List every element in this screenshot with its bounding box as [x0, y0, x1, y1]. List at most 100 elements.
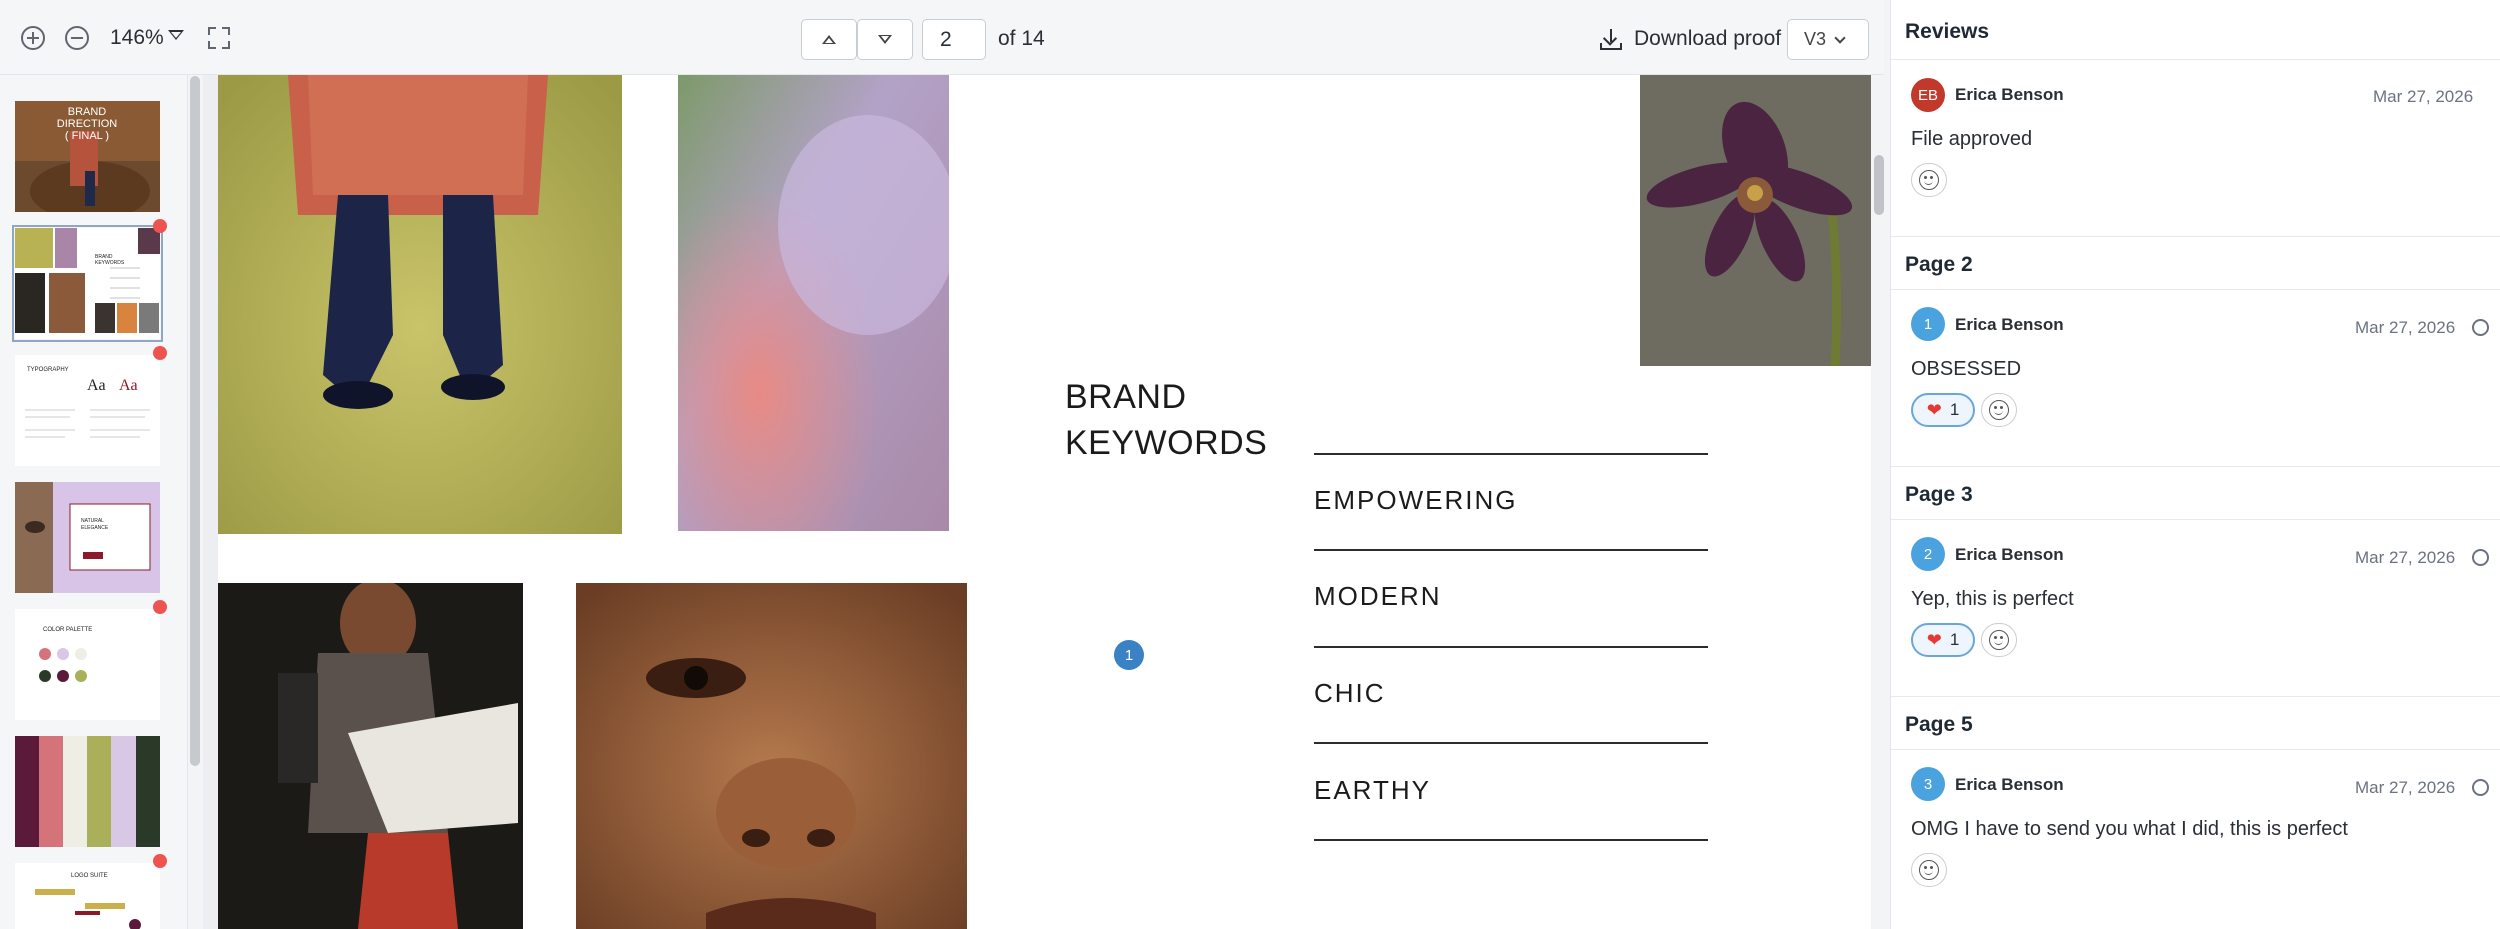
thumbnail-page-5-image: COLOR PALETTE [15, 609, 160, 720]
avatar: 2 [1911, 537, 1945, 571]
triangle-down-icon [878, 35, 892, 44]
comment-text: OBSESSED [1911, 358, 2022, 380]
add-reaction-button[interactable] [1981, 393, 2017, 427]
chevron-down-icon [1834, 31, 1846, 44]
thumbnail-page-6[interactable] [15, 736, 160, 847]
thumbnail-page-7-image: LOGO SUITE [15, 863, 160, 929]
thumbnail-page-1-image: BRAND DIRECTION ( FINAL ) [15, 101, 160, 212]
comment-date: Mar 27, 2026 [2355, 318, 2456, 337]
brand-keywords-title: BRAND KEYWORDS [1065, 374, 1267, 466]
keyword-divider [1314, 549, 1708, 551]
reviews-panel: Reviews EB Erica Benson Mar 27, 2026 Fil… [1890, 0, 2500, 929]
resolve-radio[interactable] [2472, 319, 2489, 336]
page-total: of 14 [998, 27, 1045, 50]
svg-text:Aa: Aa [87, 377, 106, 394]
thumbnail-page-7[interactable]: LOGO SUITE [15, 863, 160, 929]
svg-text:BRAND: BRAND [68, 106, 107, 118]
thumbnail-page-2[interactable]: BRAND KEYWORDS [12, 225, 163, 342]
proof-page: BRAND KEYWORDS EMPOWERING MODERN CHIC EA… [218, 75, 1871, 929]
keyword-divider [1314, 839, 1708, 841]
keyword-divider [1314, 742, 1708, 744]
comment-indicator-page-2 [153, 219, 167, 233]
heart-reaction-button[interactable]: ❤ 1 [1911, 393, 1975, 427]
keyword-divider [1314, 646, 1708, 648]
version-select[interactable]: V3 [1787, 19, 1869, 60]
version-value: V3 [1804, 29, 1827, 49]
thumbnail-sidebar: BRAND DIRECTION ( FINAL ) BRAND KEYWORDS [0, 75, 188, 929]
smiley-icon [1989, 400, 2009, 420]
keyword-1: EMPOWERING [1314, 485, 1518, 515]
zoom-dropdown-icon[interactable] [168, 30, 184, 40]
triangle-up-icon [822, 35, 836, 44]
add-reaction-button[interactable] [1911, 163, 1947, 197]
svg-text:ELEGANCE: ELEGANCE [81, 525, 109, 531]
svg-text:KEYWORDS: KEYWORDS [95, 260, 125, 266]
comment-date: Mar 27, 2026 [2355, 778, 2456, 797]
title-line-2: KEYWORDS [1065, 424, 1268, 462]
keyword-2: MODERN [1314, 581, 1442, 611]
comment-page-3: 2 Erica Benson Mar 27, 2026 Yep, this is… [1891, 520, 2500, 696]
zoom-level[interactable]: 146% [110, 26, 164, 50]
avatar: 1 [1911, 307, 1945, 341]
reviews-header: Reviews [1891, 0, 2500, 60]
comment-author: Erica Benson [1955, 85, 2064, 104]
thumbnail-page-2-image: BRAND KEYWORDS [15, 228, 160, 339]
comment-indicator-page-3 [153, 346, 167, 360]
heart-icon: ❤ [1926, 400, 1942, 420]
avatar: 3 [1911, 767, 1945, 801]
heart-count: 1 [1949, 400, 1960, 419]
comment-author: Erica Benson [1955, 545, 2064, 564]
toolbar: 146% 2 of 14 Download proof V3 [0, 0, 1884, 75]
proof-canvas[interactable]: BRAND KEYWORDS EMPOWERING MODERN CHIC EA… [203, 75, 1871, 929]
resolve-radio[interactable] [2472, 779, 2489, 796]
zoom-in-button[interactable] [21, 26, 45, 50]
expand-icon[interactable] [208, 27, 230, 49]
svg-text:( FINAL ): ( FINAL ) [65, 130, 109, 142]
heart-count: 1 [1949, 630, 1960, 649]
thumbnail-page-3[interactable]: TYPOGRAPHY Aa Aa [15, 355, 160, 466]
section-page-5: Page 5 [1891, 696, 2500, 750]
comment-page-2: 1 Erica Benson Mar 27, 2026 OBSESSED ❤ 1 [1891, 290, 2500, 466]
photo-legs-cushion [218, 75, 622, 534]
section-page-2: Page 2 [1891, 236, 2500, 290]
previous-page-button[interactable] [801, 19, 857, 60]
comment-author: Erica Benson [1955, 775, 2064, 794]
smiley-icon [1919, 170, 1939, 190]
svg-text:LOGO SUITE: LOGO SUITE [71, 873, 108, 879]
download-proof-button[interactable]: Download proof [1600, 22, 1781, 56]
minus-circle-icon [65, 26, 89, 50]
thumbnail-page-5[interactable]: COLOR PALETTE [15, 609, 160, 720]
add-reaction-button[interactable] [1911, 853, 1947, 887]
heart-reaction-button[interactable]: ❤ 1 [1911, 623, 1975, 657]
svg-text:TYPOGRAPHY: TYPOGRAPHY [27, 367, 69, 373]
plus-circle-icon [21, 26, 45, 50]
page-number-input[interactable]: 2 [922, 19, 986, 60]
title-line-1: BRAND [1065, 378, 1187, 416]
resolve-radio[interactable] [2472, 549, 2489, 566]
smiley-icon [1919, 860, 1939, 880]
photo-face-closeup [576, 583, 967, 929]
svg-text:DIRECTION: DIRECTION [57, 118, 118, 130]
zoom-out-button[interactable] [65, 26, 89, 50]
keyword-3: CHIC [1314, 678, 1386, 708]
next-page-button[interactable] [857, 19, 913, 60]
svg-text:Aa: Aa [119, 377, 138, 394]
comment-pin[interactable]: 1 [1114, 640, 1144, 670]
download-label: Download proof [1634, 27, 1782, 50]
thumbnail-scrollbar[interactable] [190, 76, 200, 766]
avatar-initials: EB [1917, 86, 1938, 104]
add-reaction-button[interactable] [1981, 623, 2017, 657]
comment-indicator-page-7 [153, 854, 167, 868]
thumbnail-page-6-image [15, 736, 160, 847]
thumbnail-page-4[interactable]: NATURAL ELEGANCE [15, 482, 160, 593]
thumbnail-page-3-image: TYPOGRAPHY Aa Aa [15, 355, 160, 466]
heart-icon: ❤ [1926, 630, 1942, 650]
download-icon [1600, 28, 1622, 50]
thumbnail-page-1[interactable]: BRAND DIRECTION ( FINAL ) [15, 101, 160, 212]
photo-orchid [1640, 75, 1871, 366]
comment-text: OMG I have to send you what I did, this … [1911, 818, 2348, 840]
svg-text:COLOR PALETTE: COLOR PALETTE [43, 627, 92, 633]
photo-pastel-flower-blur [678, 75, 949, 531]
file-comment: EB Erica Benson Mar 27, 2026 File approv… [1891, 60, 2500, 236]
canvas-scrollbar[interactable] [1874, 155, 1884, 215]
